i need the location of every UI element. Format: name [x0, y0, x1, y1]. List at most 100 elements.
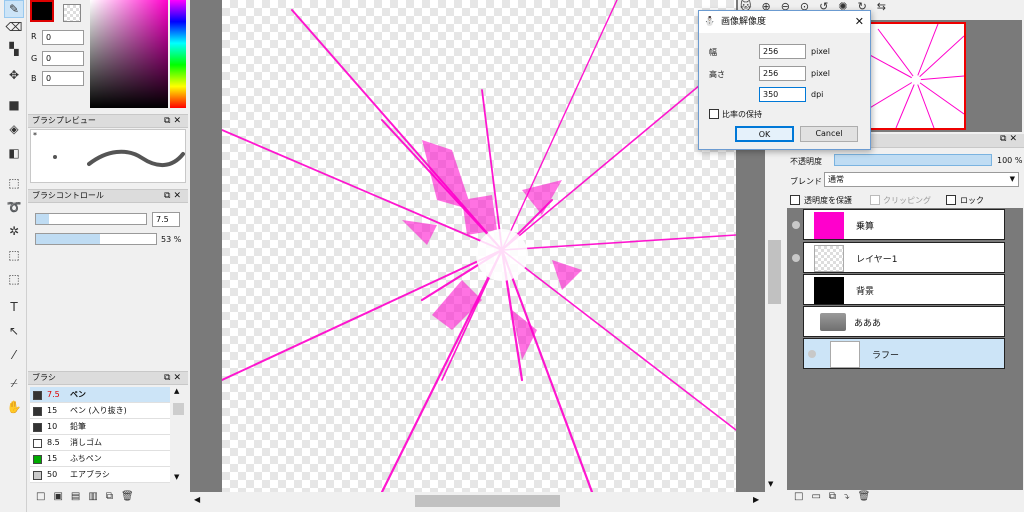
- brush-name: エアブラシ: [70, 470, 110, 479]
- brush-edit-icon[interactable]: ▣: [53, 491, 70, 502]
- flip-icon[interactable]: ⇆: [877, 0, 896, 13]
- brush-list-item[interactable]: 7.5 ペン: [30, 387, 170, 403]
- image-resolution-dialog: ⛄ 画像解像度 ✕ 幅 256 pixel 高さ 256 pixel 350 d…: [698, 10, 871, 150]
- brush-paste-icon[interactable]: ▥: [88, 491, 105, 502]
- layer-row[interactable]: 背景: [803, 274, 1005, 305]
- chevron-down-icon: ▼: [1009, 175, 1015, 183]
- brush-size-slider[interactable]: [35, 213, 147, 225]
- visibility-eye-icon[interactable]: [808, 350, 816, 358]
- brush-opacity-fill: [36, 234, 100, 244]
- operation-tool-icon[interactable]: ↖: [4, 322, 24, 340]
- brush-size: 15: [47, 454, 58, 463]
- delete-layer-icon[interactable]: 🗑: [858, 491, 879, 502]
- brush-list-scrollbar[interactable]: ▲ ▼: [171, 387, 186, 483]
- brush-name: ペン: [70, 390, 86, 399]
- text-tool-icon[interactable]: T: [4, 298, 24, 316]
- b-label: B: [31, 74, 37, 83]
- drawing-canvas[interactable]: [222, 0, 736, 492]
- close-icon[interactable]: ✕: [855, 11, 864, 33]
- transparent-color-swatch[interactable]: [63, 4, 81, 22]
- dialog-titlebar: ⛄ 画像解像度 ✕: [699, 11, 870, 33]
- layer-thumbnail: [830, 341, 860, 368]
- visibility-eye-icon[interactable]: [792, 254, 800, 262]
- select-eraser-tool-icon[interactable]: ⬚: [4, 270, 24, 288]
- new-folder-icon[interactable]: ▭: [811, 491, 828, 502]
- brush-duplicate-icon[interactable]: ⧉: [106, 491, 121, 502]
- brush-opacity-value: 53 %: [161, 235, 182, 244]
- height-unit: pixel: [811, 69, 830, 78]
- blend-label: ブレンド: [790, 177, 822, 186]
- brush-delete-icon[interactable]: 🗑: [121, 491, 142, 502]
- cancel-button[interactable]: Cancel: [800, 126, 858, 142]
- visibility-eye-icon[interactable]: [792, 221, 800, 229]
- layer-name: レイヤー1: [856, 255, 898, 265]
- layer-name: あああ: [854, 319, 882, 329]
- brush-copy-icon[interactable]: ▤: [71, 491, 88, 502]
- b-input[interactable]: 0: [42, 71, 84, 86]
- brush-list-item[interactable]: 15 ふちペン: [30, 451, 170, 467]
- height-input[interactable]: 256: [759, 66, 806, 81]
- ok-button[interactable]: OK: [735, 126, 794, 142]
- layer-row[interactable]: ラフー: [803, 338, 1005, 369]
- hue-slider[interactable]: [170, 0, 186, 108]
- tool-palette: ✎ ⌫ ▚ ✥ ■ ◈ ◧ ⬚ ➰ ✲ ⬚ ⬚ T ↖ ⁄ ⌿ ✋: [0, 0, 27, 512]
- hand-tool-icon[interactable]: ✋: [4, 398, 24, 416]
- dpi-input[interactable]: 350: [759, 87, 806, 102]
- eraser-tool-icon[interactable]: ⌫: [4, 18, 24, 36]
- brush-list-item[interactable]: 15 ペン (入り抜き): [30, 403, 170, 419]
- new-layer-icon[interactable]: □: [794, 491, 811, 502]
- brush-list-item[interactable]: 10 鉛筆: [30, 419, 170, 435]
- panel-float-close-icon[interactable]: ⧉✕: [1000, 134, 1020, 144]
- duplicate-layer-icon[interactable]: ⧉: [829, 491, 844, 502]
- brush-name: 鉛筆: [70, 422, 86, 431]
- foreground-color-swatch[interactable]: [30, 0, 54, 22]
- shattered-glass-artwork: [222, 0, 736, 492]
- keep-ratio-checkbox[interactable]: [709, 109, 719, 119]
- layer-row[interactable]: 乗算: [792, 209, 1005, 240]
- merge-layer-icon[interactable]: ⤵: [844, 491, 858, 502]
- eyedropper-tool-icon[interactable]: ⌿: [4, 374, 24, 392]
- select-pen-tool-icon[interactable]: ⬚: [4, 246, 24, 264]
- clipping-label: クリッピング: [883, 196, 931, 205]
- brush-opacity-slider[interactable]: [35, 233, 157, 245]
- r-input[interactable]: 0: [42, 30, 84, 45]
- new-brush-icon[interactable]: □: [36, 491, 53, 502]
- brush-size: 7.5: [47, 390, 60, 399]
- dot-tool-icon[interactable]: ▚: [4, 40, 24, 58]
- move-tool-icon[interactable]: ✥: [4, 66, 24, 84]
- canvas-horizontal-scrollbar[interactable]: ◀ ▶: [190, 492, 765, 510]
- gradient-tool-icon[interactable]: ◧: [4, 144, 24, 162]
- clipping-checkbox[interactable]: [870, 195, 880, 205]
- layer-opacity-slider[interactable]: [834, 154, 992, 166]
- brush-size: 8.5: [47, 438, 60, 447]
- brush-list-actions: □▣▤▥⧉🗑: [36, 491, 142, 502]
- brush-size-input[interactable]: 7.5: [152, 212, 180, 227]
- protect-alpha-checkbox[interactable]: [790, 195, 800, 205]
- panel-float-close-icon[interactable]: ⧉✕: [164, 372, 184, 384]
- blend-mode-select[interactable]: 通常 ▼: [824, 172, 1019, 187]
- navigator-thumbnail: [867, 23, 965, 129]
- fill-rect-tool-icon[interactable]: ■: [4, 96, 24, 114]
- lock-checkbox[interactable]: [946, 195, 956, 205]
- brush-color-swatch: [33, 407, 42, 416]
- layer-row[interactable]: レイヤー1: [792, 242, 1005, 273]
- bucket-tool-icon[interactable]: ◈: [4, 120, 24, 138]
- brush-name: ペン (入り抜き): [70, 406, 127, 415]
- pen-tool-icon[interactable]: ✎: [4, 0, 24, 18]
- width-input[interactable]: 256: [759, 44, 806, 59]
- color-picker-square[interactable]: [90, 0, 168, 108]
- brush-list-item[interactable]: 50 エアブラシ: [30, 467, 170, 483]
- divide-tool-icon[interactable]: ⁄: [4, 346, 24, 364]
- rect-select-tool-icon[interactable]: ⬚: [4, 174, 24, 192]
- panel-float-close-icon[interactable]: ⧉✕: [164, 115, 184, 127]
- magic-wand-tool-icon[interactable]: ✲: [4, 222, 24, 240]
- lasso-tool-icon[interactable]: ➰: [4, 198, 24, 216]
- panel-float-close-icon[interactable]: ⧉✕: [164, 190, 184, 202]
- height-label: 高さ: [709, 70, 725, 79]
- protect-alpha-label: 透明度を保護: [804, 196, 852, 205]
- layer-row[interactable]: あああ: [803, 306, 1005, 337]
- brush-color-swatch: [33, 391, 42, 400]
- g-input[interactable]: 0: [42, 51, 84, 66]
- brush-list-item[interactable]: 8.5 消しゴム: [30, 435, 170, 451]
- brush-dot: [53, 155, 57, 159]
